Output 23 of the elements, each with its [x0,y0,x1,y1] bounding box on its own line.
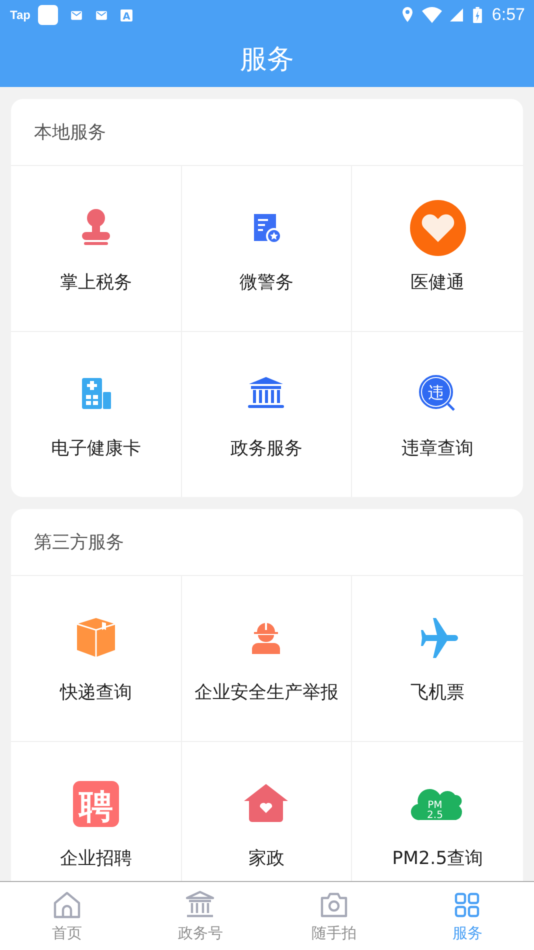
clock: 6:57 [492,5,525,25]
mail-icon [70,8,84,22]
wifi-icon [422,7,442,23]
service-item[interactable]: PM 2.5 PM2.5查询 [352,742,523,881]
section-title: 本地服务 [11,99,523,166]
service-item[interactable]: 医健通 [352,166,523,332]
app-label: Tap [10,8,30,22]
service-item[interactable]: 微警务 [182,166,352,332]
service-item[interactable]: 快递查询 [11,576,182,742]
page-title: 服务 [240,42,294,76]
service-item[interactable]: 企业安全生产举报 [182,576,352,742]
mail-icon [95,8,108,22]
notification-icon: A [120,8,134,22]
signal-icon [450,7,463,23]
service-item[interactable]: 违 违章查询 [352,332,523,497]
service-item[interactable]: 掌上税务 [11,166,182,332]
location-icon [400,7,414,23]
section-title: 第三方服务 [11,509,523,576]
app-icon [38,5,58,25]
service-item[interactable]: 飞机票 [352,576,523,742]
service-item[interactable]: 政务服务 [182,332,352,497]
battery-icon [470,7,484,23]
service-item[interactable]: 电子健康卡 [11,332,182,497]
